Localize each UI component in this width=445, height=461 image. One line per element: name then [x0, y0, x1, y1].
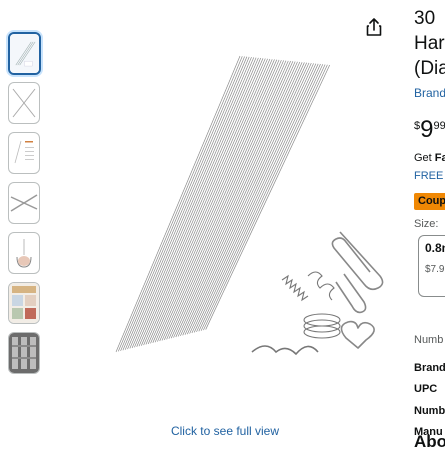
wire-line: [170, 61, 296, 339]
thumbnail-1[interactable]: [8, 32, 41, 75]
price: $999: [414, 116, 445, 144]
thumbnail-7[interactable]: [8, 332, 40, 374]
coupon-badge[interactable]: Coup: [414, 193, 445, 210]
wire-line: [120, 56, 245, 351]
wave-clip-illustration: [251, 345, 319, 356]
wire-line: [189, 63, 314, 334]
spring-illustration: [281, 271, 341, 339]
wire-line: [196, 63, 321, 333]
wire-line: [122, 56, 248, 351]
wire-line: [166, 60, 291, 340]
wire-line: [134, 57, 259, 348]
wire-line: [140, 58, 266, 346]
wire-line: [115, 55, 241, 353]
wire-line: [173, 61, 298, 338]
product-title-line-3: (Dia: [414, 58, 445, 79]
size-label: Size:: [414, 218, 439, 230]
wire-line: [136, 57, 262, 347]
wire-line: [154, 59, 280, 343]
wire-line: [163, 60, 289, 341]
wire-line: [191, 63, 317, 334]
wire-line: [143, 58, 268, 346]
delivery-text: Get Fa: [414, 152, 445, 164]
thumbnail-2[interactable]: [8, 82, 40, 124]
delivery-prefix: Get: [414, 152, 435, 164]
size-option-label: 0.8n: [425, 241, 445, 255]
wire-line: [157, 59, 282, 342]
spec-upc: UPC: [414, 383, 438, 395]
wire-line: [175, 61, 301, 338]
thumbnail-5[interactable]: [8, 232, 40, 274]
about-heading: Abo: [414, 432, 445, 451]
wire-line: [168, 61, 294, 339]
share-icon[interactable]: [363, 16, 385, 38]
wire-line: [152, 59, 278, 343]
number-label: Numb: [414, 334, 444, 346]
wire-line: [145, 58, 271, 345]
thumbnail-6[interactable]: [8, 282, 40, 324]
wire-line: [182, 62, 308, 336]
see-full-view-link[interactable]: Click to see full view: [150, 424, 300, 438]
price-whole: 9: [420, 116, 434, 143]
size-option-price: $7.9: [425, 264, 445, 275]
wire-line: [150, 59, 275, 344]
brand-store-link[interactable]: Brand: [414, 86, 445, 100]
wire-line: [159, 60, 285, 342]
main-product-image[interactable]: [100, 40, 390, 370]
wire-line: [127, 57, 252, 350]
wire-line: [186, 62, 312, 335]
price-symbol: $: [414, 120, 421, 132]
delivery-bold: Fa: [434, 152, 445, 164]
wire-line: [131, 57, 257, 349]
size-option-button[interactable]: 0.8n $7.9: [418, 235, 445, 297]
wire-line: [184, 62, 310, 335]
product-title-line-1: 30: [414, 8, 436, 29]
thumbnail-4[interactable]: [8, 182, 40, 224]
product-title: 30 Har (Dia: [414, 6, 445, 81]
price-fraction: 99: [433, 120, 445, 132]
wire-line: [147, 59, 273, 345]
wire-line: [124, 56, 250, 350]
wire-line: [177, 62, 303, 337]
wire-line: [117, 56, 243, 352]
product-title-line-2: Har: [414, 33, 445, 54]
spec-brand: Brand: [414, 362, 445, 374]
wire-line: [193, 63, 319, 333]
spec-number: Numb: [414, 405, 445, 417]
wire-line: [138, 58, 264, 347]
wire-line: [129, 57, 255, 349]
wire-line: [180, 62, 305, 337]
thumbnail-3[interactable]: [8, 132, 40, 174]
free-delivery-link[interactable]: FREE: [414, 170, 443, 182]
wire-line: [161, 60, 287, 341]
